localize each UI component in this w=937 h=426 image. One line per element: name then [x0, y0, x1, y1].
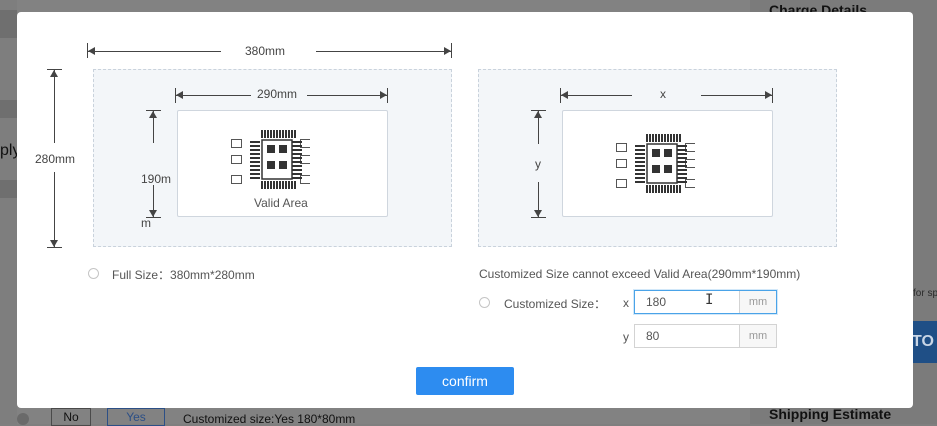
custom-size-modal: 380mm 280mm 290mm 190mm Valid Area x y F…: [17, 12, 913, 408]
dimension-tick: [451, 43, 452, 58]
y-size-input[interactable]: 80: [635, 325, 739, 347]
option-yes-button[interactable]: Yes: [107, 408, 165, 426]
dimension-line: [561, 95, 632, 96]
dimension-line: [88, 51, 221, 52]
dimension-tick: [47, 247, 62, 248]
y-input-label: y: [623, 330, 629, 344]
pcb-chip-icon: [231, 130, 310, 189]
arrow-up-icon: [534, 111, 542, 118]
full-size-radio[interactable]: [88, 268, 99, 279]
dimension-line: [54, 70, 55, 143]
arrow-up-icon: [50, 70, 58, 77]
text-cursor-icon: I: [705, 292, 714, 308]
option-no-button[interactable]: No: [51, 408, 91, 426]
custom-width-label: x: [660, 87, 666, 101]
confirm-button[interactable]: confirm: [416, 367, 514, 395]
shipping-estimate-title: Shipping Estimate: [769, 406, 892, 422]
custom-height-label: y: [535, 157, 541, 171]
y-unit-label: mm: [739, 325, 776, 347]
dimension-tick: [387, 88, 388, 103]
arrow-down-icon: [534, 210, 542, 217]
x-size-input[interactable]: 180: [635, 291, 739, 313]
full-size-label[interactable]: Full Size：380mm*280mm: [112, 266, 255, 283]
x-input-label: x: [623, 296, 629, 310]
dimension-tick: [531, 217, 546, 218]
dimension-line: [176, 95, 251, 96]
arrow-up-icon: [149, 111, 157, 118]
inner-width-label: 290mm: [257, 87, 298, 101]
arrow-left-icon: [561, 91, 568, 99]
custom-size-label[interactable]: Customized Size：: [504, 295, 606, 312]
dimension-line: [701, 95, 772, 96]
outer-width-label: 380mm: [245, 44, 286, 58]
dimension-line: [54, 172, 55, 247]
background-band: [0, 100, 17, 118]
dimension-line: [307, 95, 387, 96]
arrow-right-icon: [765, 91, 772, 99]
background-band: [0, 10, 17, 38]
y-size-field[interactable]: 80 mm: [634, 324, 777, 348]
dimension-tick: [772, 88, 773, 103]
arrow-right-icon: [380, 91, 387, 99]
x-unit-label: mm: [739, 291, 776, 313]
dimension-line: [316, 51, 451, 52]
arrow-right-icon: [444, 47, 451, 55]
arrow-left-icon: [176, 91, 183, 99]
valid-area-label: Valid Area: [254, 196, 308, 210]
background-link-fragment[interactable]: for sp: [913, 288, 937, 299]
pcb-chip-icon: [616, 134, 695, 193]
arrow-down-icon: [50, 240, 58, 247]
outer-height-label: 280mm: [35, 152, 76, 166]
arrow-left-icon: [88, 47, 95, 55]
background-left-strip: [0, 0, 17, 424]
background-band: [0, 180, 17, 198]
help-icon: [17, 413, 29, 425]
custom-size-note: Customized Size cannot exceed Valid Area…: [479, 267, 801, 281]
custom-size-radio[interactable]: [479, 297, 490, 308]
inner-height-label: 190mm: [141, 172, 172, 230]
